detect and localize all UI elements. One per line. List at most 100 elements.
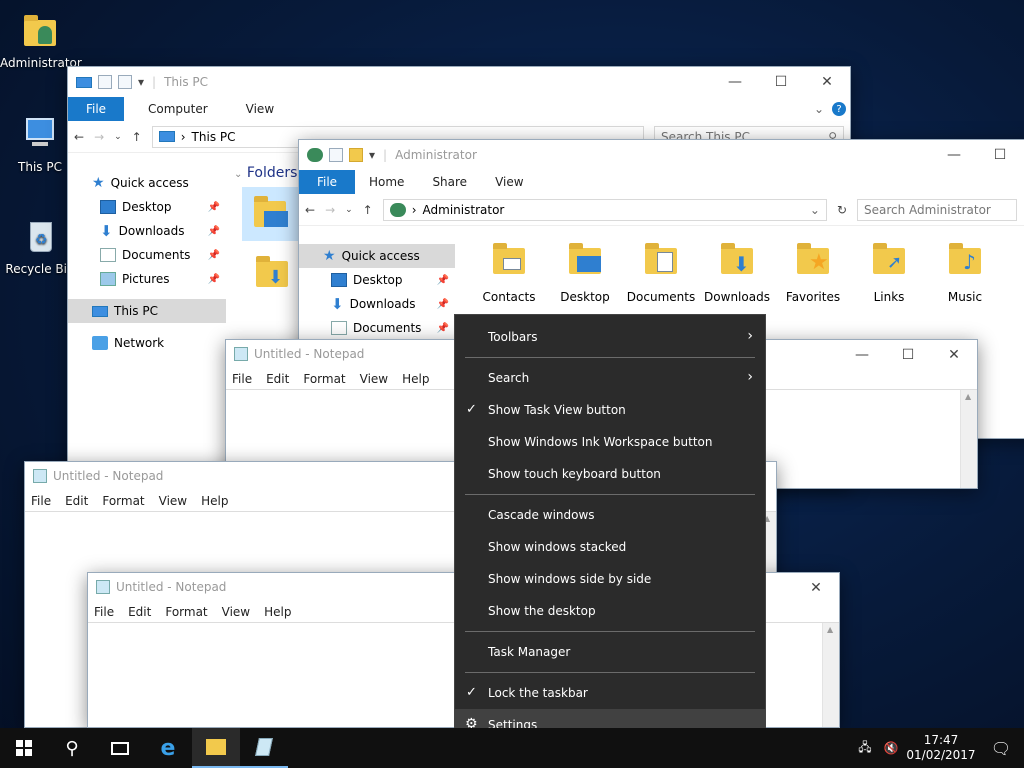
folder-desktop[interactable]: Desktop — [547, 240, 623, 304]
folder-music[interactable]: ♪ Music — [927, 240, 1003, 304]
title-bar[interactable]: ▾ | Administrator — ☐ — [299, 140, 1024, 170]
clock[interactable]: 17:47 01/02/2017 — [904, 733, 978, 763]
menu-help[interactable]: Help — [402, 372, 429, 386]
menu-item-task-manager[interactable]: Task Manager — [455, 636, 765, 668]
task-view-button[interactable] — [96, 728, 144, 768]
address-bar[interactable]: › Administrator ⌄ — [382, 198, 827, 221]
notifications-icon[interactable]: 🗨 — [978, 739, 1024, 758]
qat-dropdown-icon[interactable]: ▾ — [138, 75, 144, 89]
nav-documents[interactable]: Documents 📌 — [68, 243, 226, 267]
menu-item-lock-taskbar[interactable]: ✓ Lock the taskbar — [455, 677, 765, 709]
network-icon[interactable]: 🖧 — [852, 738, 878, 759]
desktop-icon-administrator[interactable]: Administrator — [0, 12, 82, 70]
nav-network[interactable]: Network — [68, 331, 226, 355]
tab-home[interactable]: Home — [355, 170, 418, 194]
new-folder-icon[interactable] — [349, 148, 363, 162]
menu-item-toolbars[interactable]: Toolbars › — [455, 321, 765, 353]
menu-item-show-ink-workspace[interactable]: Show Windows Ink Workspace button — [455, 426, 765, 458]
menu-format[interactable]: Format — [102, 494, 144, 508]
help-icon[interactable]: ? — [832, 102, 846, 116]
nav-downloads[interactable]: ⬇ Downloads 📌 — [299, 292, 455, 316]
menu-help[interactable]: Help — [264, 605, 291, 619]
minimize-button[interactable]: — — [931, 140, 977, 170]
menu-item-cascade-windows[interactable]: Cascade windows — [455, 499, 765, 531]
back-icon[interactable]: ← — [74, 130, 84, 144]
menu-view[interactable]: View — [360, 372, 388, 386]
menu-file[interactable]: File — [94, 605, 114, 619]
close-button[interactable]: ✕ — [804, 67, 850, 97]
menu-item-show-touch-keyboard[interactable]: Show touch keyboard button — [455, 458, 765, 490]
ribbon-expand-icon[interactable]: ⌄ — [814, 97, 824, 121]
start-button[interactable] — [0, 728, 48, 768]
up-icon[interactable]: ↑ — [132, 130, 142, 144]
recent-icon[interactable]: ⌄ — [345, 205, 353, 215]
tab-file[interactable]: File — [299, 170, 355, 194]
qat-dropdown-icon[interactable]: ▾ — [369, 148, 375, 162]
maximize-button[interactable]: ☐ — [977, 140, 1023, 170]
folder-tile-desktop[interactable] — [242, 187, 300, 241]
nav-documents[interactable]: Documents 📌 — [299, 316, 455, 340]
search-button[interactable]: ⚲ — [48, 728, 96, 768]
taskbar[interactable]: ⚲ e 🖧 🔇 17:47 01/02/2017 🗨 — [0, 728, 1024, 768]
nav-desktop[interactable]: Desktop 📌 — [68, 195, 226, 219]
up-icon[interactable]: ↑ — [363, 203, 373, 217]
menu-item-show-task-view[interactable]: ✓ Show Task View button — [455, 394, 765, 426]
menu-item-search[interactable]: Search › — [455, 362, 765, 394]
vertical-scrollbar[interactable] — [822, 623, 839, 727]
nav-pictures[interactable]: Pictures 📌 — [68, 267, 226, 291]
menu-view[interactable]: View — [159, 494, 187, 508]
properties-icon[interactable] — [98, 75, 112, 89]
menu-edit[interactable]: Edit — [65, 494, 88, 508]
menu-format[interactable]: Format — [303, 372, 345, 386]
nav-quick-access[interactable]: ★ Quick access — [68, 171, 226, 195]
tab-computer[interactable]: Computer — [124, 97, 232, 121]
menu-item-side-by-side[interactable]: Show windows side by side — [455, 563, 765, 595]
recent-icon[interactable]: ⌄ — [114, 132, 122, 142]
folder-downloads[interactable]: ⬇ Downloads — [699, 240, 775, 304]
minimize-button[interactable]: — — [712, 67, 758, 97]
menu-item-show-stacked[interactable]: Show windows stacked — [455, 531, 765, 563]
menu-help[interactable]: Help — [201, 494, 228, 508]
menu-file[interactable]: File — [232, 372, 252, 386]
folder-links[interactable]: ➚ Links — [851, 240, 927, 304]
close-button[interactable]: ✕ — [931, 340, 977, 370]
menu-item-show-desktop[interactable]: Show the desktop — [455, 595, 765, 627]
menu-edit[interactable]: Edit — [266, 372, 289, 386]
maximize-button[interactable]: ☐ — [758, 67, 804, 97]
maximize-button[interactable]: ☐ — [885, 340, 931, 370]
forward-icon[interactable]: → — [325, 203, 335, 217]
tab-file[interactable]: File — [68, 97, 124, 121]
menu-format[interactable]: Format — [165, 605, 207, 619]
new-folder-icon[interactable] — [118, 75, 132, 89]
nav-desktop[interactable]: Desktop 📌 — [299, 268, 455, 292]
taskbar-file-explorer[interactable] — [192, 728, 240, 768]
back-icon[interactable]: ← — [305, 203, 315, 217]
folder-favorites[interactable]: ★ Favorites — [775, 240, 851, 304]
volume-muted-icon[interactable]: 🔇 — [878, 741, 904, 755]
menu-edit[interactable]: Edit — [128, 605, 151, 619]
nav-quick-access[interactable]: ★ Quick access — [299, 244, 455, 268]
nav-downloads[interactable]: ⬇ Downloads 📌 — [68, 219, 226, 243]
nav-this-pc[interactable]: This PC — [68, 299, 226, 323]
minimize-button[interactable]: — — [839, 340, 885, 370]
tab-view[interactable]: View — [232, 97, 288, 121]
folders-section-header[interactable]: ⌄ Folders — [234, 165, 297, 181]
taskbar-notepad[interactable] — [240, 728, 288, 768]
forward-icon[interactable]: → — [94, 130, 104, 144]
document-icon — [331, 321, 347, 335]
folder-tile-downloads[interactable]: ⬇ — [252, 253, 292, 293]
tab-view[interactable]: View — [481, 170, 537, 194]
folder-documents[interactable]: Documents — [623, 240, 699, 304]
menu-file[interactable]: File — [31, 494, 51, 508]
refresh-icon[interactable]: ↻ — [837, 203, 847, 217]
menu-view[interactable]: View — [222, 605, 250, 619]
taskbar-internet-explorer[interactable]: e — [144, 728, 192, 768]
search-input[interactable]: Search Administrator — [857, 198, 1017, 221]
vertical-scrollbar[interactable] — [960, 390, 977, 488]
folder-contacts[interactable]: Contacts — [471, 240, 547, 304]
properties-icon[interactable] — [329, 148, 343, 162]
tab-share[interactable]: Share — [418, 170, 481, 194]
title-bar[interactable]: ▾ | This PC — ☐ ✕ — [68, 67, 850, 97]
address-dropdown-icon[interactable]: ⌄ — [810, 203, 820, 217]
close-button[interactable]: ✕ — [793, 573, 839, 603]
